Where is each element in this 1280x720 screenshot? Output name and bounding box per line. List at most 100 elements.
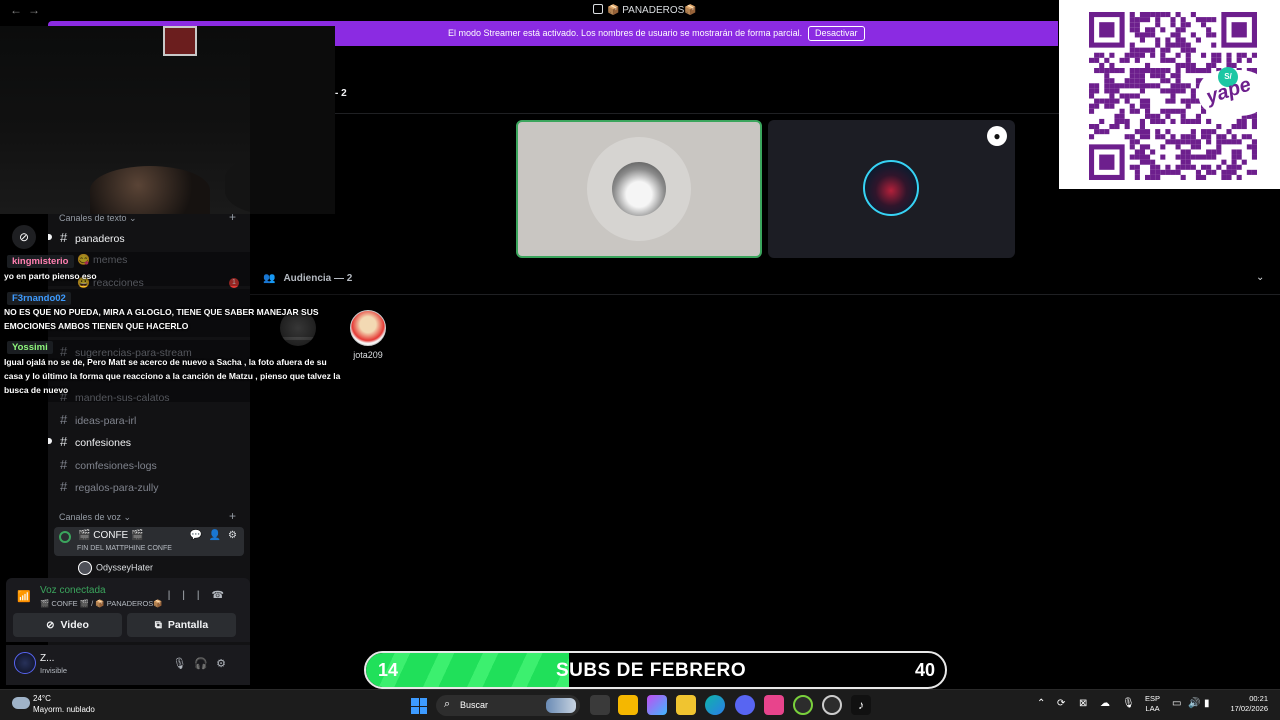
avatar[interactable] xyxy=(14,652,36,674)
cloud-sync-icon[interactable]: ☁ xyxy=(1100,698,1110,709)
qr-module xyxy=(1150,47,1156,53)
voice-channel-tools[interactable]: 💬 👤 ⚙ xyxy=(190,530,239,541)
qr-module xyxy=(1145,113,1151,119)
channel-confesiones[interactable]: # confesiones xyxy=(60,434,245,454)
qr-module xyxy=(1165,78,1171,84)
back-arrow-icon[interactable]: ← xyxy=(10,3,22,17)
battery-icon[interactable]: ▮ xyxy=(1204,698,1210,709)
qr-module xyxy=(1134,17,1140,23)
voice-controls[interactable]: |||☎ xyxy=(168,590,236,601)
qr-module xyxy=(1231,159,1237,165)
text-channels-category[interactable]: Canales de texto ⌄ xyxy=(59,213,137,224)
qr-module xyxy=(1160,68,1166,74)
qr-module xyxy=(1134,57,1140,63)
qr-module xyxy=(1109,93,1115,99)
video-button[interactable]: ⊘ Video xyxy=(13,613,122,637)
qr-module xyxy=(1089,124,1095,130)
streaming-app-icon[interactable] xyxy=(764,695,784,715)
qr-module xyxy=(1129,52,1135,58)
language-indicator[interactable]: ESP LAA xyxy=(1145,694,1160,714)
noise-suppression-icon[interactable]: ||| xyxy=(168,590,212,601)
disconnect-icon[interactable]: ☎ xyxy=(212,590,236,601)
clock-time: 00:21 xyxy=(1249,694,1268,703)
microphone-icon[interactable]: 🎙 xyxy=(1122,698,1135,709)
qr-module xyxy=(1190,154,1196,160)
webcam-subject xyxy=(90,166,210,214)
qr-module xyxy=(1145,159,1151,165)
display-icon[interactable]: ▭ xyxy=(1172,698,1181,709)
qr-module xyxy=(1211,57,1217,63)
weather-temperature[interactable]: 24°C xyxy=(33,694,51,703)
speaker-tile[interactable]: ● xyxy=(768,120,1015,258)
network-icon[interactable]: ⊠ xyxy=(1079,698,1087,709)
qr-module xyxy=(1160,52,1166,58)
voice-member[interactable]: OdysseyHater xyxy=(78,561,153,575)
tiktok-icon[interactable]: ♪ xyxy=(851,695,871,715)
qr-module xyxy=(1094,52,1100,58)
xbox-icon[interactable] xyxy=(793,695,813,715)
edge-icon[interactable] xyxy=(705,695,725,715)
headphones-icon[interactable]: 🎧 xyxy=(194,658,216,670)
channel-comfesiones-logs[interactable]: # comfesiones-logs xyxy=(60,457,245,477)
channel-ideas-para-irl[interactable]: # ideas-para-irl xyxy=(60,412,245,432)
qr-module xyxy=(1170,22,1176,28)
qr-module xyxy=(1139,17,1145,23)
chevron-up-icon[interactable]: ⌃ xyxy=(1037,698,1045,709)
qr-module xyxy=(1221,169,1227,175)
qr-module xyxy=(1206,27,1212,33)
voice-location[interactable]: 🎬 CONFE 🎬 / 📦 PANADEROS📦 xyxy=(40,599,163,608)
sync-icon[interactable]: ⟳ xyxy=(1057,698,1065,709)
add-voice-channel-icon[interactable]: + xyxy=(229,509,236,523)
qr-module xyxy=(1129,103,1135,109)
cloud-icon[interactable] xyxy=(12,697,30,709)
voice-status[interactable]: Voz conectada xyxy=(40,585,106,596)
taskbar-search[interactable]: ⌕ Buscar xyxy=(436,695,580,716)
qr-module xyxy=(1175,32,1181,38)
video-off-icon: ⊘ xyxy=(46,620,55,631)
audience-member[interactable]: jota209 xyxy=(348,310,388,360)
voice-channels-category[interactable]: Canales de voz ⌄ xyxy=(59,512,131,523)
discord-icon[interactable] xyxy=(735,695,755,715)
microphone-icon[interactable]: 🎙 xyxy=(172,658,194,670)
channel-panaderos[interactable]: # panaderos xyxy=(60,230,245,250)
voice-member-name: OdysseyHater xyxy=(96,562,154,573)
qr-module xyxy=(1190,164,1196,170)
discover-icon[interactable]: ⊘ xyxy=(12,225,36,249)
voice-channel-confe[interactable]: 🎬 CONFE 🎬 FIN DEL MATTPHINE CONFE 💬 👤 ⚙ xyxy=(54,527,244,556)
qr-module xyxy=(1089,103,1095,109)
forward-arrow-icon[interactable]: → xyxy=(28,3,40,17)
chevron-down-icon[interactable]: ⌄ xyxy=(1256,272,1264,283)
qr-module xyxy=(1160,12,1166,18)
deactivate-button[interactable]: Desactivar xyxy=(808,26,865,41)
qr-module xyxy=(1195,169,1201,175)
taskbar-clock[interactable]: 00:21 17/02/2026 xyxy=(1220,694,1268,714)
qr-module xyxy=(1134,169,1140,175)
qr-module xyxy=(1129,42,1135,48)
copilot-icon[interactable] xyxy=(647,695,667,715)
qr-module xyxy=(1226,129,1232,135)
channel-regalos-para-zully[interactable]: # regalos-para-zully xyxy=(60,479,245,499)
volume-icon[interactable]: 🔊 xyxy=(1188,698,1200,709)
qr-finder-pattern xyxy=(1231,22,1247,38)
qr-module xyxy=(1170,134,1176,140)
windows-start-icon[interactable] xyxy=(411,698,427,714)
qr-module xyxy=(1150,164,1156,170)
task-view-icon[interactable] xyxy=(590,695,610,715)
store-icon[interactable] xyxy=(618,695,638,715)
qr-module xyxy=(1109,103,1115,109)
weather-description[interactable]: Mayorm. nublado xyxy=(33,705,95,714)
file-explorer-icon[interactable] xyxy=(676,695,696,715)
signal-icon[interactable]: 📶 xyxy=(17,590,31,603)
screen-share-button[interactable]: ⧉ Pantalla xyxy=(127,613,236,637)
video-off-icon[interactable]: ● xyxy=(987,126,1007,146)
speaker-tile-active[interactable] xyxy=(516,120,762,258)
gear-icon[interactable]: ⚙ xyxy=(216,658,234,670)
qr-module xyxy=(1251,118,1257,124)
qr-module xyxy=(1129,93,1135,99)
qr-module xyxy=(1170,73,1176,79)
qr-module xyxy=(1129,154,1135,160)
username[interactable]: Z... xyxy=(40,653,54,664)
obs-icon[interactable] xyxy=(822,695,842,715)
qr-module xyxy=(1139,154,1145,160)
qr-module xyxy=(1155,134,1161,140)
